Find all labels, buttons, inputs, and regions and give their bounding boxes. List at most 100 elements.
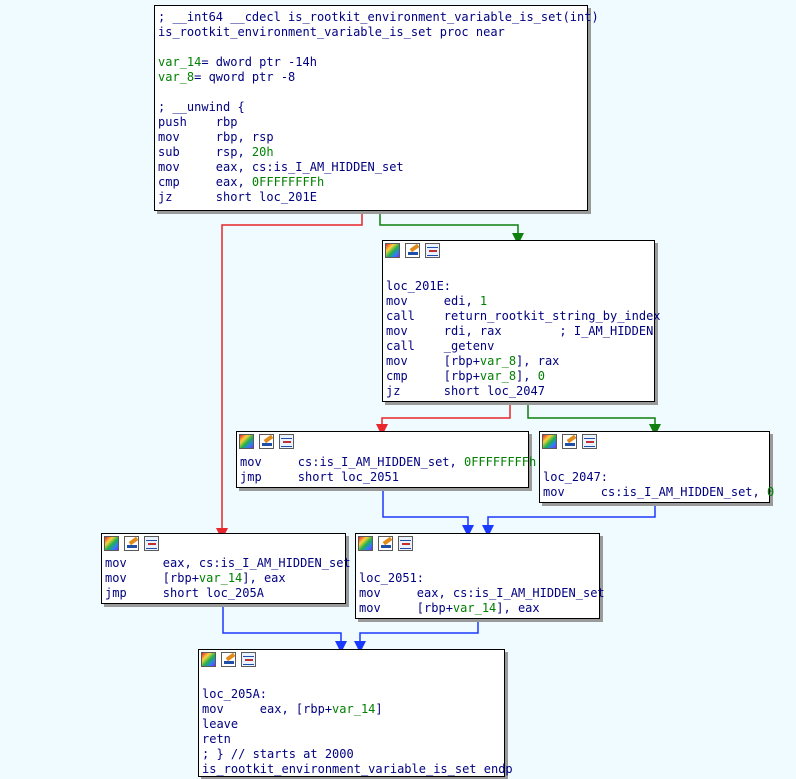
asm-line[interactable]: is_rootkit_environment_variable_is_set e… [202, 762, 513, 777]
edit-node-icon[interactable] [378, 536, 393, 551]
code-block-early-return[interactable]: mov eax, cs:is_I_AM_HIDDEN_set mov [rbp+v… [101, 533, 351, 604]
asm-token: mov eax, cs:is_I_AM_HIDDEN_set [359, 586, 605, 600]
edit-node-icon[interactable] [259, 434, 274, 449]
asm-line[interactable]: jmp short loc_2051 [240, 470, 399, 485]
code-block-loc-2047[interactable]: loc_2047: mov cs:is_I_AM_HIDDEN_set, 0 [539, 431, 774, 503]
asm-token: call _getenv [386, 339, 495, 353]
asm-line[interactable]: jz short loc_201E [158, 190, 317, 205]
asm-line[interactable]: mov eax, cs:is_I_AM_HIDDEN_set [105, 556, 351, 571]
asm-line[interactable]: mov eax, cs:is_I_AM_HIDDEN_set [158, 160, 404, 175]
asm-line[interactable]: leave [202, 717, 238, 732]
asm-token: mov eax, cs:is_I_AM_HIDDEN_set [158, 160, 404, 174]
asm-line[interactable]: loc_2047: [543, 470, 608, 485]
asm-token: jmp short loc_205A [105, 586, 264, 600]
code-block-loc-2051[interactable]: loc_2051: mov eax, cs:is_I_AM_HIDDEN_set m… [355, 533, 605, 619]
asm-token: loc_201E: [386, 279, 452, 293]
asm-token: ; __unwind { [158, 100, 245, 114]
graph-color-icon[interactable] [358, 536, 373, 551]
edit-node-icon[interactable] [405, 243, 420, 258]
asm-line[interactable]: mov edi, 1 [386, 294, 487, 309]
asm-line[interactable]: mov [rbp+var_8], rax [386, 354, 559, 369]
asm-line[interactable]: mov rbp, rsp [158, 130, 274, 145]
asm-line[interactable]: ; __unwind { [158, 100, 245, 115]
asm-line[interactable]: call _getenv [386, 339, 494, 354]
operand-token: 0FFFFFFFFh [251, 175, 325, 189]
asm-line[interactable]: mov eax, [rbp+var_14] [202, 702, 383, 717]
asm-line[interactable]: mov [rbp+var_14], eax [105, 571, 286, 586]
asm-token: mov cs:is_I_AM_HIDDEN_set, [543, 485, 767, 499]
asm-line[interactable]: mov [rbp+var_14], eax [359, 601, 540, 616]
edge-201e-false[interactable] [376, 402, 511, 436]
edge-entry-true[interactable] [379, 211, 524, 245]
asm-line[interactable]: cmp eax, 0FFFFFFFFh [158, 175, 324, 190]
graph-color-icon[interactable] [385, 243, 400, 258]
asm-line[interactable]: jmp short loc_205A [105, 586, 264, 601]
group-nodes-icon[interactable] [398, 536, 413, 551]
asm-token: mov edi, [386, 294, 480, 308]
operand-token: var_8 [158, 70, 195, 84]
graph-color-icon[interactable] [201, 652, 216, 667]
asm-token: ], eax [242, 571, 286, 585]
asm-line[interactable]: jz short loc_2047 [386, 384, 545, 399]
operand-token: var_8 [479, 354, 517, 368]
edge-2051-to-205a[interactable] [354, 619, 479, 653]
graph-color-icon[interactable] [104, 536, 119, 551]
asm-line[interactable]: call return_rootkit_string_by_index [386, 309, 661, 324]
code-block-loc-205a[interactable]: loc_205A: mov eax, [rbp+var_14] leave retn;… [198, 649, 513, 777]
asm-token: mov cs:is_I_AM_HIDDEN_set, [240, 455, 464, 469]
asm-line[interactable]: ; } // starts at 2000 [202, 747, 354, 762]
asm-token: jz short loc_2047 [386, 384, 545, 398]
group-nodes-icon[interactable] [279, 434, 294, 449]
code-block-entry[interactable]: ; __int64 __cdecl is_rootkit_environment… [154, 5, 599, 211]
asm-line[interactable]: var_8= qword ptr -8 [158, 70, 295, 85]
asm-token: mov [rbp+ [386, 354, 480, 368]
asm-token: loc_2047: [543, 470, 609, 484]
asm-line[interactable]: loc_2051: [359, 571, 424, 586]
edge-setneg-to-2051[interactable] [382, 488, 474, 537]
graph-color-icon[interactable] [239, 434, 254, 449]
asm-token: loc_2051: [359, 571, 425, 585]
asm-line[interactable]: mov rdi, rax ; I_AM_HIDDEN [386, 324, 653, 339]
asm-line[interactable]: loc_205A: [202, 687, 267, 702]
asm-line[interactable]: cmp [rbp+var_8], 0 [386, 369, 545, 384]
edge-2047-to-2051[interactable] [482, 503, 656, 537]
group-nodes-icon[interactable] [144, 536, 159, 551]
node-toolbar [540, 432, 769, 451]
asm-token: mov eax, cs:is_I_AM_HIDDEN_set [105, 556, 351, 570]
edge-early-to-205a[interactable] [222, 604, 347, 653]
operand-token: 0 [766, 485, 775, 499]
operand-token: var_14 [452, 601, 497, 615]
edit-node-icon[interactable] [221, 652, 236, 667]
graph-color-icon[interactable] [542, 434, 557, 449]
asm-line[interactable]: push rbp [158, 115, 237, 130]
code-block-set-negative[interactable]: mov cs:is_I_AM_HIDDEN_set, 0FFFFFFFFh jmp… [236, 431, 536, 488]
asm-line[interactable]: sub rsp, 20h [158, 145, 274, 160]
asm-token: jmp short loc_2051 [240, 470, 399, 484]
group-nodes-icon[interactable] [582, 434, 597, 449]
code-block-loc-201e[interactable]: loc_201E: mov edi, 1 call return_rootkit_s… [382, 240, 661, 402]
operand-token: var_14 [332, 702, 376, 716]
asm-line[interactable]: ; __int64 __cdecl is_rootkit_environment… [158, 10, 599, 25]
asm-token: retn [202, 732, 231, 746]
edit-node-icon[interactable] [562, 434, 577, 449]
asm-line[interactable]: mov eax, cs:is_I_AM_HIDDEN_set [359, 586, 605, 601]
asm-token: cmp eax, [158, 175, 252, 189]
asm-token: mov [rbp+ [105, 571, 199, 585]
operand-token: 0 [537, 369, 545, 383]
edit-node-icon[interactable] [124, 536, 139, 551]
node-toolbar [383, 241, 654, 260]
asm-line[interactable]: mov cs:is_I_AM_HIDDEN_set, 0FFFFFFFFh [240, 455, 536, 470]
operand-token: 0FFFFFFFFh [463, 455, 537, 469]
group-nodes-icon[interactable] [425, 243, 440, 258]
asm-line[interactable]: loc_201E: [386, 279, 451, 294]
asm-token: mov [rbp+ [359, 601, 453, 615]
asm-line[interactable]: retn [202, 732, 231, 747]
asm-line[interactable]: is_rootkit_environment_variable_is_set p… [158, 25, 505, 40]
edge-201e-true[interactable] [527, 402, 661, 436]
asm-token: ; } // starts at 2000 [202, 747, 354, 761]
asm-token: jz short loc_201E [158, 190, 317, 204]
group-nodes-icon[interactable] [241, 652, 256, 667]
asm-line[interactable]: var_14= dword ptr -14h [158, 55, 317, 70]
operand-token: var_14 [198, 571, 243, 585]
asm-line[interactable]: mov cs:is_I_AM_HIDDEN_set, 0 [543, 485, 774, 500]
